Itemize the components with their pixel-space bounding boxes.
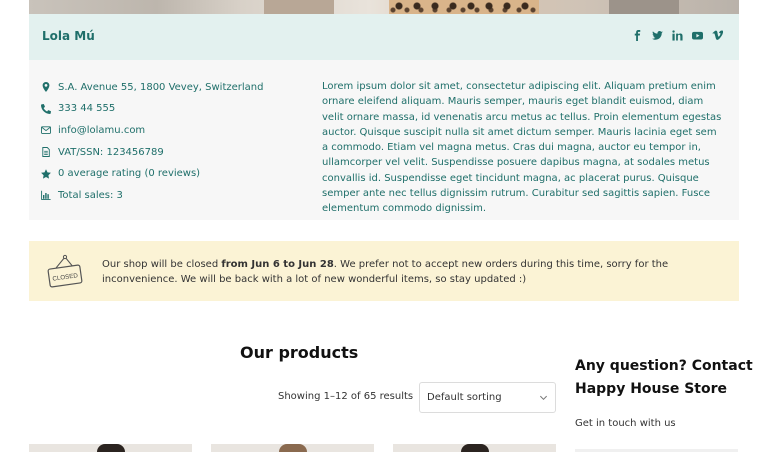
twitter-icon[interactable] xyxy=(652,30,663,42)
banner-figure xyxy=(264,0,334,14)
rating-text: 0 average rating (0 reviews) xyxy=(58,168,201,180)
vendor-header: Lola Mú xyxy=(29,14,739,60)
vendor-vat: VAT/SSN: 123456789 xyxy=(40,145,263,159)
location-pin-icon xyxy=(40,82,51,93)
phone-text: 333 44 555 xyxy=(58,103,116,115)
notice-message: Our shop will be closed from Jun 6 to Ju… xyxy=(102,259,669,285)
linkedin-icon[interactable] xyxy=(672,30,683,42)
closed-sign-icon: CLOSED xyxy=(47,254,83,288)
vendor-info-panel: S.A. Avenue 55, 1800 Vevey, Switzerland … xyxy=(29,60,739,220)
star-icon xyxy=(40,168,51,179)
phone-icon xyxy=(40,103,51,114)
vendor-phone[interactable]: 333 44 555 xyxy=(40,102,263,116)
social-links xyxy=(632,30,723,42)
product-thumbnail[interactable] xyxy=(393,444,556,452)
document-icon xyxy=(40,147,51,158)
sorting-selected-value: Default sorting xyxy=(427,392,502,403)
youtube-icon[interactable] xyxy=(692,30,703,42)
vendor-details-list: S.A. Avenue 55, 1800 Vevey, Switzerland … xyxy=(40,80,263,210)
contact-heading: Any question? Contact Happy House Store xyxy=(575,358,753,397)
sales-text: Total sales: 3 xyxy=(58,189,123,201)
vendor-address: S.A. Avenue 55, 1800 Vevey, Switzerland xyxy=(40,80,263,94)
notice-dates: from Jun 6 to Jun 28 xyxy=(221,259,334,270)
product-thumbnail[interactable] xyxy=(29,444,192,452)
banner-leopard-pattern xyxy=(389,0,539,14)
envelope-icon xyxy=(40,125,51,136)
results-count: Showing 1–12 of 65 results xyxy=(278,391,414,402)
product-photo-model xyxy=(96,444,125,452)
vendor-rating: 0 average rating (0 reviews) xyxy=(40,167,263,181)
contact-subheading: Get in touch with us xyxy=(575,418,676,429)
email-text: info@lolamu.com xyxy=(58,124,146,136)
vimeo-icon[interactable] xyxy=(712,30,723,42)
product-photo-model xyxy=(278,444,307,452)
banner-background xyxy=(609,0,679,14)
vendor-email[interactable]: info@lolamu.com xyxy=(40,123,263,137)
vat-text: VAT/SSN: 123456789 xyxy=(58,146,164,158)
sorting-select[interactable]: Default sorting xyxy=(419,382,556,413)
product-photo-model xyxy=(460,444,489,452)
vendor-name: Lola Mú xyxy=(42,29,95,43)
store-banner-image xyxy=(29,0,739,14)
products-heading: Our products xyxy=(240,343,359,362)
vendor-sales: Total sales: 3 xyxy=(40,188,263,202)
chevron-down-icon xyxy=(539,393,548,402)
address-text: S.A. Avenue 55, 1800 Vevey, Switzerland xyxy=(58,81,264,93)
product-thumbnail[interactable] xyxy=(211,444,374,452)
bar-chart-icon xyxy=(40,190,51,201)
shop-closed-notice: CLOSED Our shop will be closed from Jun … xyxy=(29,241,739,301)
facebook-icon[interactable] xyxy=(632,30,643,42)
vendor-description: Lorem ipsum dolor sit amet, consectetur … xyxy=(322,81,722,215)
